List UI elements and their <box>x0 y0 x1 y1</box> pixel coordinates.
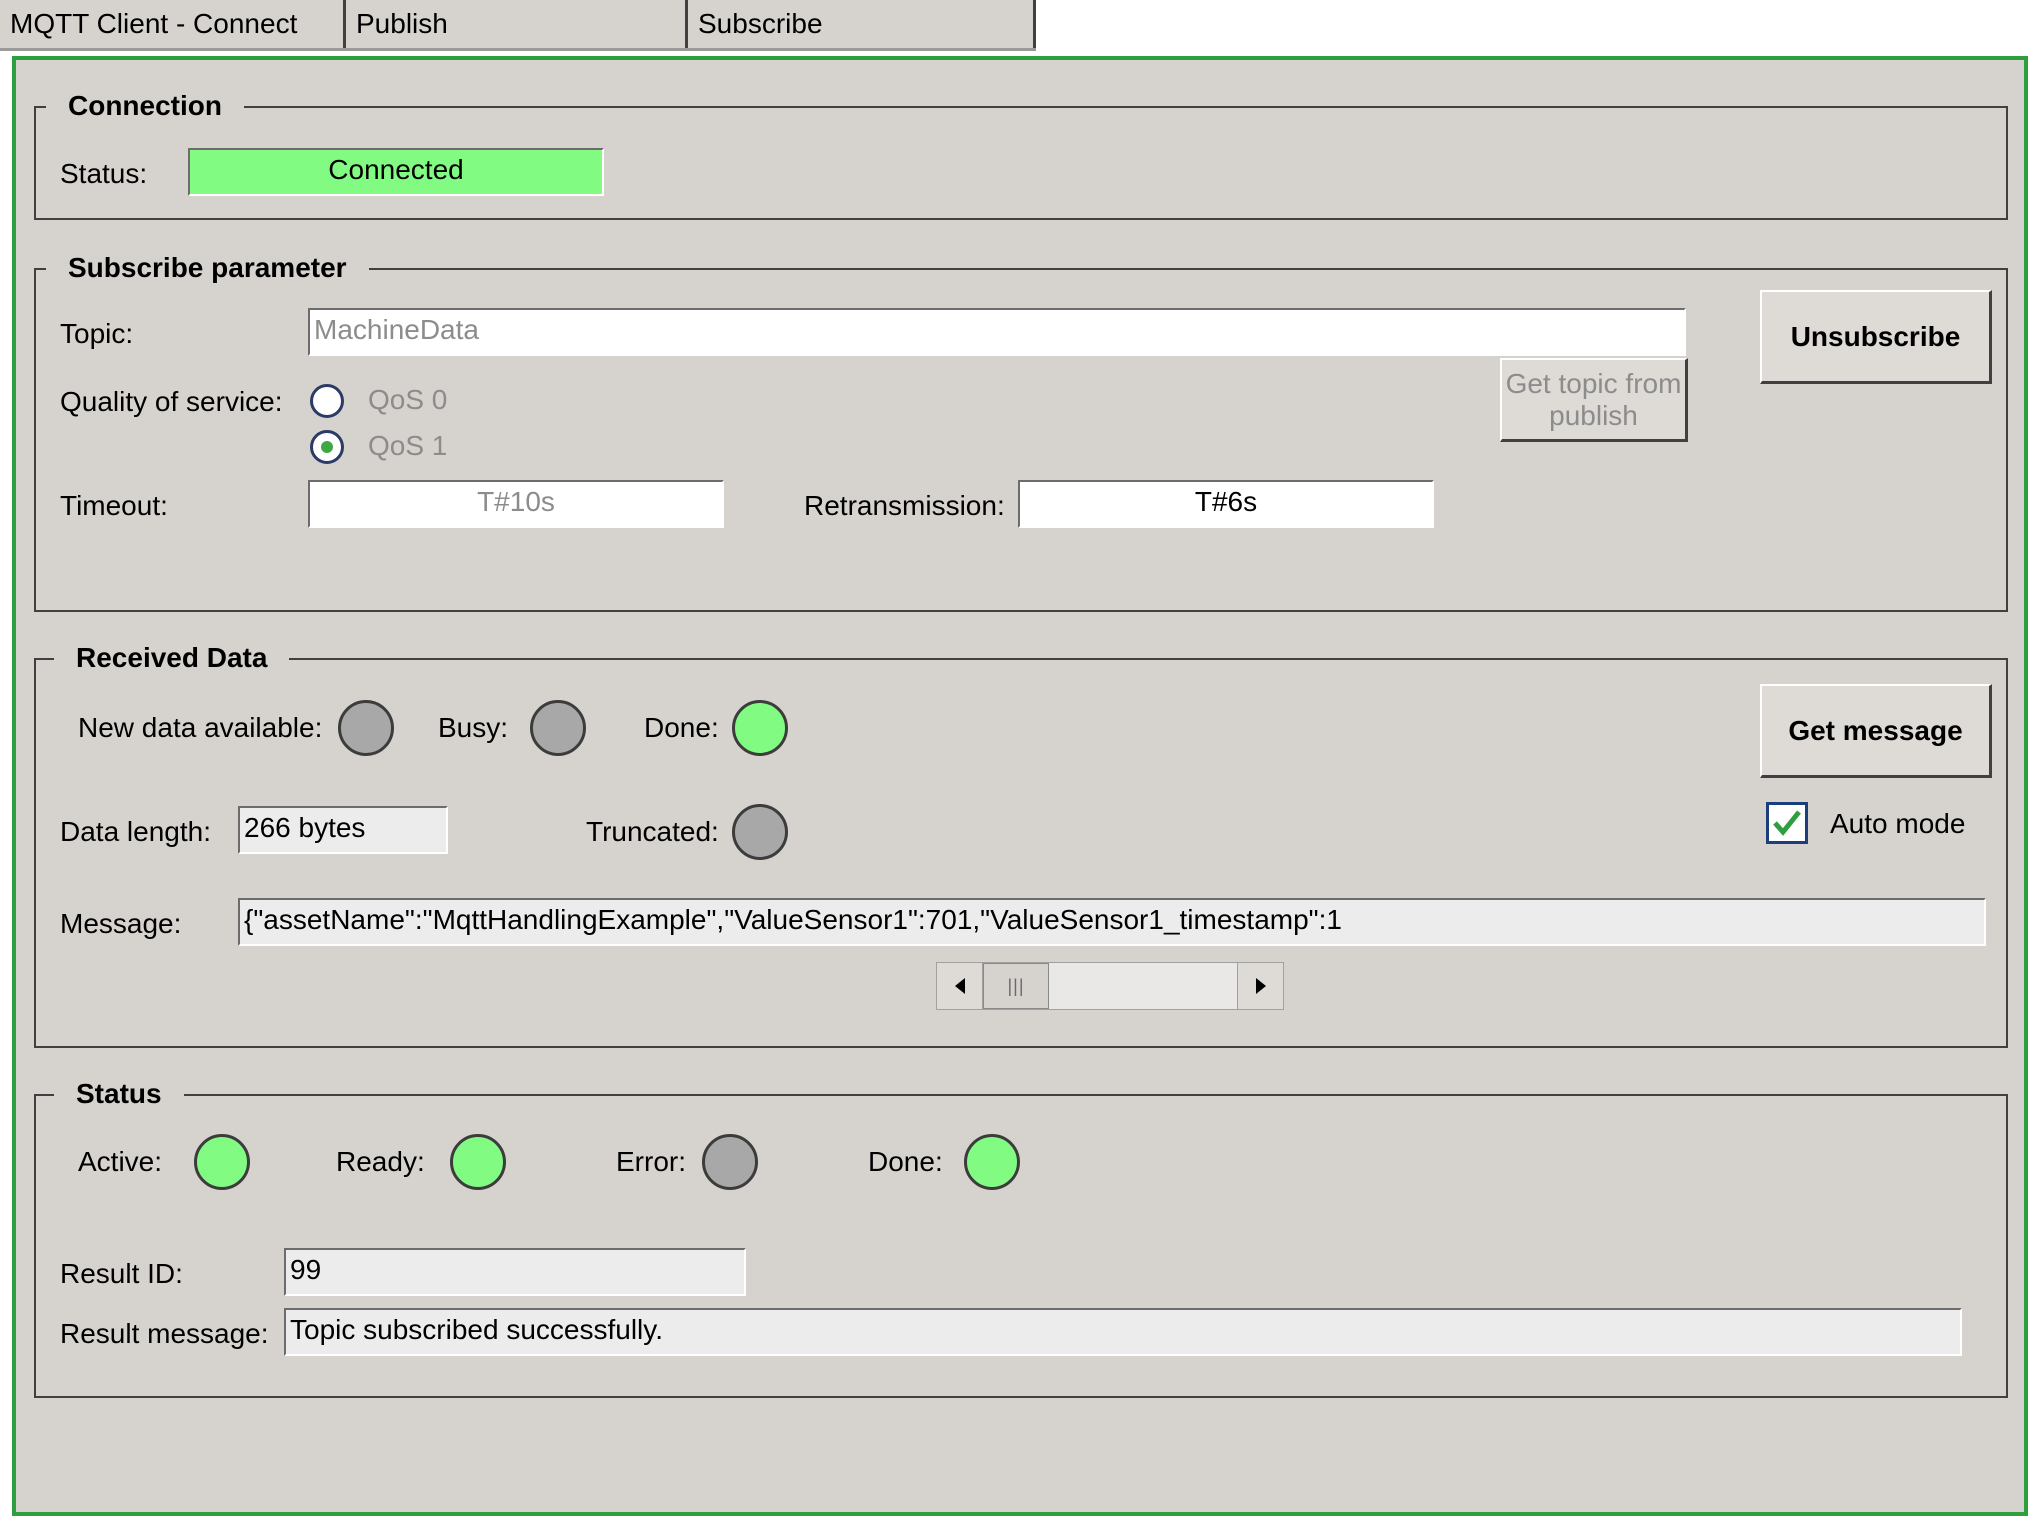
new-data-led <box>338 700 394 756</box>
data-length-field: 266 bytes <box>238 806 448 854</box>
error-label: Error: <box>616 1146 686 1177</box>
result-message-field: Topic subscribed successfully. <box>284 1308 1962 1356</box>
qos1-radio-dot <box>321 441 333 453</box>
retransmission-input[interactable]: T#6s <box>1018 480 1434 528</box>
result-id-label: Result ID: <box>60 1258 183 1289</box>
result-message-label: Result message: <box>60 1318 269 1349</box>
message-scrollbar[interactable]: ||| <box>936 962 1284 1010</box>
busy-led <box>530 700 586 756</box>
ready-label: Ready: <box>336 1146 425 1177</box>
error-led <box>702 1134 758 1190</box>
connection-status-label: Status: <box>60 158 148 189</box>
triangle-left-icon <box>954 978 965 994</box>
status-legend: Status <box>54 1076 184 1112</box>
new-data-label: New data available: <box>78 712 323 743</box>
checkmark-icon <box>1773 810 1801 836</box>
scroll-left-button[interactable] <box>937 963 983 1009</box>
topic-label: Topic: <box>60 318 134 349</box>
message-label: Message: <box>60 908 182 939</box>
ready-led <box>450 1134 506 1190</box>
scroll-thumb[interactable]: ||| <box>983 963 1049 1009</box>
scroll-right-button[interactable] <box>1237 963 1283 1009</box>
timeout-input[interactable]: T#10s <box>308 480 724 528</box>
received-data-legend: Received Data <box>54 640 290 676</box>
unsubscribe-button[interactable]: Unsubscribe <box>1760 290 1992 384</box>
triangle-right-icon <box>1255 978 1266 994</box>
tab-publish[interactable]: Publish <box>346 0 688 48</box>
connection-status-indicator: Connected <box>188 148 604 196</box>
topic-input[interactable]: MachineData <box>308 308 1686 356</box>
get-topic-from-publish-button[interactable]: Get topic from publish <box>1500 358 1688 442</box>
active-led <box>194 1134 250 1190</box>
status-done-label: Done: <box>868 1146 943 1177</box>
tab-bar-divider <box>0 48 1036 51</box>
truncated-label: Truncated: <box>586 816 719 847</box>
received-done-label: Done: <box>644 712 719 743</box>
connection-legend: Connection <box>46 88 244 124</box>
qos1-radio[interactable] <box>310 430 344 464</box>
timeout-label: Timeout: <box>60 490 168 521</box>
subscribe-panel: Connection Status: Connected Subscribe p… <box>12 56 2028 1516</box>
tab-subscribe[interactable]: Subscribe <box>688 0 1036 48</box>
qos-label: Quality of service: <box>60 386 283 417</box>
tab-connect[interactable]: MQTT Client - Connect <box>0 0 346 48</box>
qos0-radio[interactable] <box>310 384 344 418</box>
received-done-led <box>732 700 788 756</box>
auto-mode-checkbox[interactable] <box>1766 802 1808 844</box>
qos0-label: QoS 0 <box>368 384 448 415</box>
message-field: {"assetName":"MqttHandlingExample","Valu… <box>238 898 1986 946</box>
get-message-button[interactable]: Get message <box>1760 684 1992 778</box>
status-done-led <box>964 1134 1020 1190</box>
qos1-label: QoS 1 <box>368 430 448 461</box>
result-id-field: 99 <box>284 1248 746 1296</box>
auto-mode-label: Auto mode <box>1830 808 1966 839</box>
subscribe-parameter-legend: Subscribe parameter <box>46 250 369 286</box>
busy-label: Busy: <box>438 712 509 743</box>
retransmission-label: Retransmission: <box>804 490 1005 521</box>
truncated-led <box>732 804 788 860</box>
data-length-label: Data length: <box>60 816 211 847</box>
active-label: Active: <box>78 1146 163 1177</box>
